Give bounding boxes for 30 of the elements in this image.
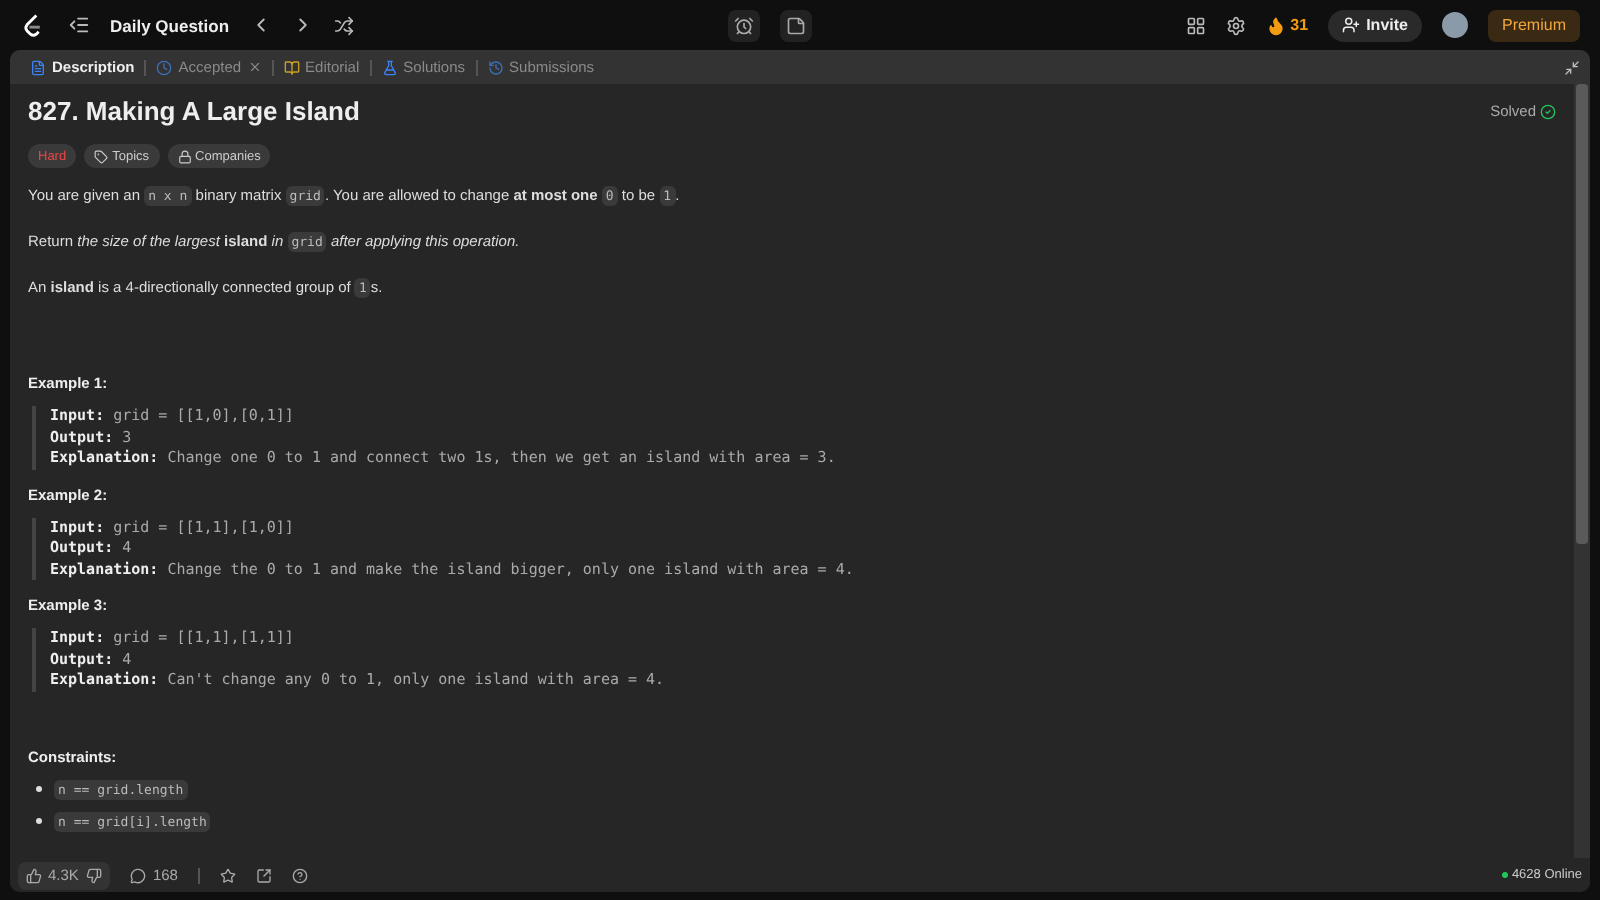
bullet-icon [36, 786, 42, 792]
avatar[interactable] [1441, 12, 1468, 38]
thumbs-up-icon [26, 867, 42, 883]
premium-button[interactable]: Premium [1487, 9, 1580, 41]
streak-counter[interactable]: 31 [1266, 15, 1309, 35]
help-icon[interactable] [291, 867, 308, 883]
bullet-icon [36, 818, 42, 824]
star-icon[interactable] [219, 867, 236, 883]
note-button[interactable] [779, 9, 812, 41]
share-icon[interactable] [255, 867, 272, 883]
collapse-icon[interactable] [1564, 59, 1580, 75]
scrollbar-drawing[interactable] [1574, 84, 1590, 858]
user-plus-icon [1342, 16, 1361, 34]
alarm-clock-button[interactable] [727, 9, 760, 41]
list-icon[interactable] [68, 14, 90, 36]
settings-icon[interactable] [1226, 15, 1247, 35]
problem-title: 827. Making A Large Island [28, 96, 362, 126]
invite-button[interactable]: Invite [1328, 9, 1422, 41]
tag-icon [94, 149, 109, 163]
close-icon[interactable] [247, 60, 262, 74]
lock-icon [177, 149, 192, 163]
check-circle-icon [1540, 103, 1556, 119]
note-icon [785, 15, 806, 35]
grid-icon[interactable] [1186, 15, 1207, 35]
flame-icon [1266, 15, 1287, 35]
daily-question-link[interactable]: Daily Question [110, 15, 230, 35]
comment-icon [130, 867, 147, 883]
alarm-clock-icon [733, 15, 754, 35]
dislike-button[interactable] [86, 867, 103, 883]
shuffle-icon[interactable] [333, 15, 354, 35]
